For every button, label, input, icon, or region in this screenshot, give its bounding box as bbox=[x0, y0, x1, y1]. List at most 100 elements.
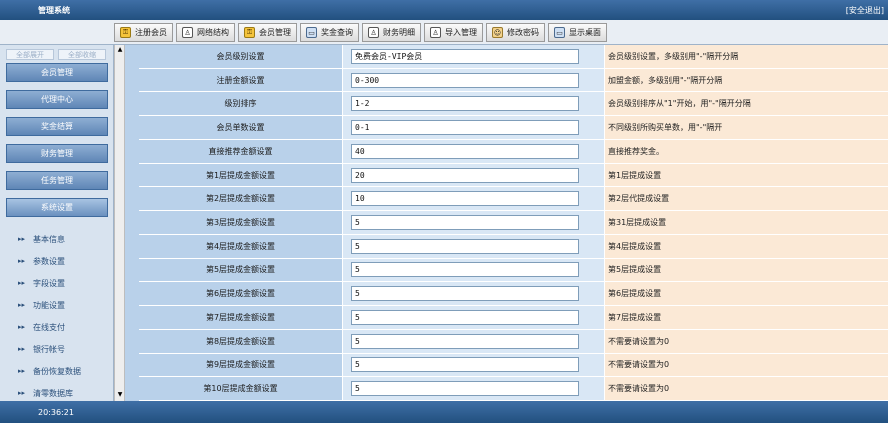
scroll-up-icon[interactable]: ▲ bbox=[116, 46, 124, 55]
setting-note: 不需要请设置为0 bbox=[604, 353, 888, 377]
sidebar-menu-button[interactable]: 代理中心 bbox=[6, 90, 108, 109]
setting-label: 会员级别设置 bbox=[139, 45, 342, 68]
toolbar-button[interactable]: ♙ 网络结构 bbox=[176, 23, 235, 42]
title-bar: 管理系统 [安全退出] bbox=[0, 0, 888, 20]
toolbar-button[interactable]: ♙ 导入管理 bbox=[424, 23, 483, 42]
scroll-down-icon[interactable]: ▼ bbox=[116, 391, 124, 400]
double-chevron-right-icon: ▸▸ bbox=[18, 257, 26, 265]
setting-input-cell bbox=[342, 211, 604, 234]
setting-note: 直接推荐奖金。 bbox=[604, 139, 888, 163]
setting-input-cell bbox=[342, 353, 604, 377]
sidebar-submenu-item[interactable]: ▸▸ 在线支付 bbox=[18, 316, 113, 338]
setting-note: 第5层提成设置 bbox=[604, 258, 888, 282]
sidebar-tabs: 全部展开 全部收缩 bbox=[0, 45, 113, 60]
person-icon: ♙ bbox=[430, 27, 441, 38]
setting-label: 级别排序 bbox=[139, 92, 342, 116]
setting-input[interactable] bbox=[351, 381, 579, 397]
table-row: 会员级别设置 会员级别设置，多级别用"-"隔开分隔 bbox=[139, 45, 888, 69]
table-row: 第9层提成金额设置 不需要请设置为0 bbox=[139, 353, 888, 378]
sidebar-submenu-label: 银行帐号 bbox=[33, 344, 66, 354]
setting-note: 第1层提成设置 bbox=[604, 163, 888, 187]
setting-input[interactable] bbox=[351, 357, 579, 373]
setting-input[interactable] bbox=[351, 120, 579, 136]
toolbar-button[interactable]: ♙ 财务明细 bbox=[362, 23, 421, 42]
sidebar-submenu-label: 字段设置 bbox=[33, 278, 66, 288]
sidebar-menu-button[interactable]: 财务管理 bbox=[6, 144, 108, 163]
yellow-icon: ⚿ bbox=[120, 27, 131, 38]
setting-label: 第2层提成金额设置 bbox=[139, 187, 342, 211]
person-icon: ♙ bbox=[182, 27, 193, 38]
table-row: 会员单数设置 不同级别所购买单数，用"-"隔开 bbox=[139, 116, 888, 140]
sidebar-menu-button[interactable]: 奖金结算 bbox=[6, 117, 108, 136]
toolbar-button[interactable]: ⚿ 会员管理 bbox=[238, 23, 297, 42]
setting-note: 不需要请设置为0 bbox=[604, 329, 888, 353]
screen-icon: ▭ bbox=[554, 27, 565, 38]
sidebar-submenu-label: 在线支付 bbox=[33, 322, 66, 332]
table-row: 第3层提成金额设置 第31层提成设置 bbox=[139, 211, 888, 235]
toolbar-button-label: 导入管理 bbox=[445, 28, 477, 37]
sidebar-menu-button[interactable]: 任务管理 bbox=[6, 171, 108, 190]
setting-label: 会员单数设置 bbox=[139, 116, 342, 139]
setting-input[interactable] bbox=[351, 143, 579, 159]
setting-input-cell bbox=[342, 68, 604, 92]
setting-input[interactable] bbox=[351, 72, 579, 88]
setting-label: 第6层提成金额设置 bbox=[139, 282, 342, 306]
setting-input[interactable] bbox=[351, 191, 579, 207]
sidebar-menu-button[interactable]: 会员管理 bbox=[6, 63, 108, 82]
setting-label: 注册金额设置 bbox=[139, 68, 342, 92]
toolbar-button-label: 修改密码 bbox=[507, 28, 539, 37]
toolbar-button[interactable]: ⚿ 注册会员 bbox=[114, 23, 173, 42]
double-chevron-right-icon: ▸▸ bbox=[18, 235, 26, 243]
setting-input-cell bbox=[342, 258, 604, 282]
table-row: 第1层提成金额设置 第1层提成设置 bbox=[139, 163, 888, 188]
setting-input[interactable] bbox=[351, 48, 579, 64]
double-chevron-right-icon: ▸▸ bbox=[18, 301, 26, 309]
double-chevron-right-icon: ▸▸ bbox=[18, 345, 26, 353]
setting-input-cell bbox=[342, 377, 604, 400]
setting-input-cell bbox=[342, 163, 604, 187]
setting-note: 不需要请设置为0 bbox=[604, 377, 888, 400]
sidebar-submenu-item[interactable]: ▸▸ 银行帐号 bbox=[18, 338, 113, 360]
setting-input[interactable] bbox=[351, 167, 579, 183]
toolbar-button-label: 会员管理 bbox=[259, 28, 291, 37]
sidebar-tab[interactable]: 全部收缩 bbox=[58, 49, 106, 60]
sidebar-submenu-label: 功能设置 bbox=[33, 300, 66, 310]
setting-input-cell bbox=[342, 282, 604, 306]
setting-input[interactable] bbox=[351, 309, 579, 325]
setting-label: 第4层提成金额设置 bbox=[139, 234, 342, 258]
setting-note: 加盟金额，多级别用"-"隔开分隔 bbox=[604, 68, 888, 92]
sidebar-scrollbar[interactable]: ▲ ▼ bbox=[114, 45, 125, 401]
setting-input[interactable] bbox=[351, 238, 579, 254]
setting-input[interactable] bbox=[351, 286, 579, 302]
setting-note: 会员级别设置，多级别用"-"隔开分隔 bbox=[604, 45, 888, 68]
setting-input[interactable] bbox=[351, 333, 579, 349]
table-row: 级别排序 会员级别排序从"1"开始，用"-"隔开分隔 bbox=[139, 92, 888, 117]
setting-note: 会员级别排序从"1"开始，用"-"隔开分隔 bbox=[604, 92, 888, 116]
setting-input[interactable] bbox=[351, 96, 579, 112]
sidebar-submenu-item[interactable]: ▸▸ 功能设置 bbox=[18, 294, 113, 316]
sidebar-submenu-label: 参数设置 bbox=[33, 256, 66, 266]
person-icon: ♙ bbox=[368, 27, 379, 38]
setting-input[interactable] bbox=[351, 262, 579, 278]
toolbar-button[interactable]: ▭ 奖金查询 bbox=[300, 23, 359, 42]
sidebar-submenu-item[interactable]: ▸▸ 参数设置 bbox=[18, 250, 113, 272]
toolbar-button[interactable]: ▭ 显示桌面 bbox=[548, 23, 607, 42]
sidebar-submenu-label: 备份恢复数据 bbox=[33, 366, 82, 376]
sidebar-tab[interactable]: 全部展开 bbox=[6, 49, 54, 60]
logout-link[interactable]: [安全退出] bbox=[846, 5, 884, 16]
people-icon: ☺ bbox=[492, 27, 503, 38]
setting-note: 第7层提成设置 bbox=[604, 306, 888, 329]
double-chevron-right-icon: ▸▸ bbox=[18, 323, 26, 331]
setting-input[interactable] bbox=[351, 214, 579, 230]
sidebar-submenu-item[interactable]: ▸▸ 备份恢复数据 bbox=[18, 360, 113, 382]
sidebar-submenu-item[interactable]: ▸▸ 字段设置 bbox=[18, 272, 113, 294]
sidebar-submenu-item[interactable]: ▸▸ 基本信息 bbox=[18, 228, 113, 250]
yellow-icon: ⚿ bbox=[244, 27, 255, 38]
clock: 20:36:21 bbox=[38, 408, 74, 417]
setting-label: 第10层提成金额设置 bbox=[139, 377, 342, 400]
status-bar: 20:36:21 bbox=[0, 401, 888, 423]
setting-note: 第2层代提成设置 bbox=[604, 187, 888, 211]
toolbar-button-label: 注册会员 bbox=[135, 28, 167, 37]
sidebar-menu-button[interactable]: 系统设置 bbox=[6, 198, 108, 217]
toolbar-button[interactable]: ☺ 修改密码 bbox=[486, 23, 545, 42]
